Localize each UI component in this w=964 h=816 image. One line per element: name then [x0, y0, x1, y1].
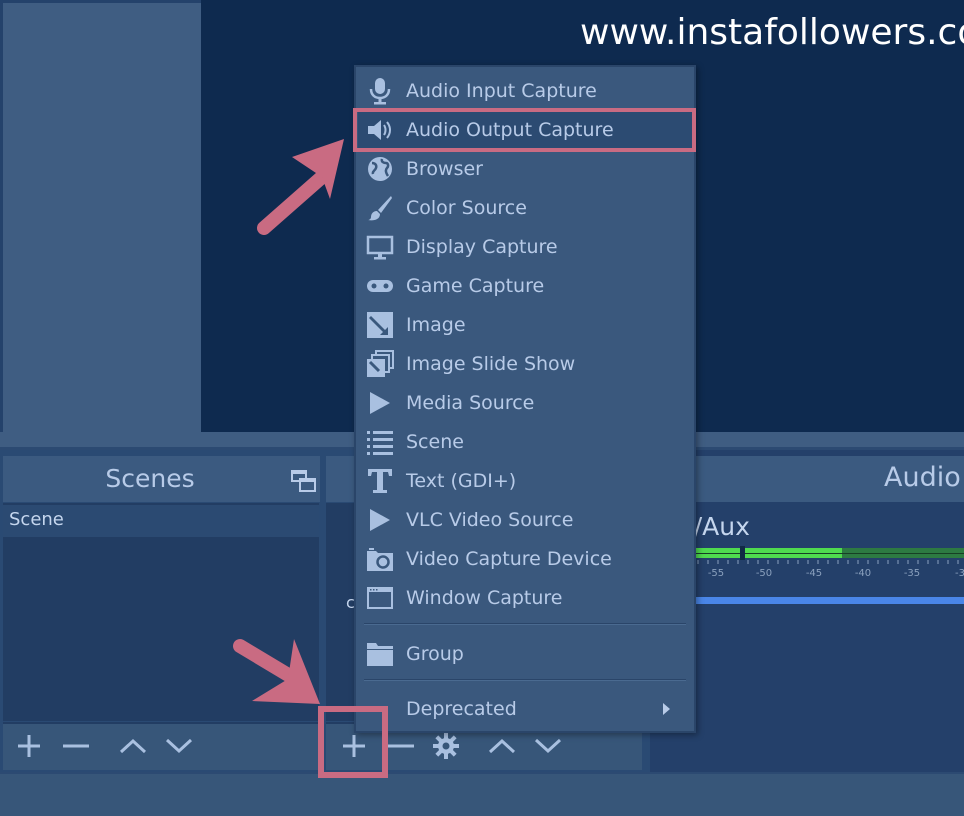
menu-item-label: Browser [406, 158, 483, 180]
menu-separator [364, 679, 686, 681]
gamepad-icon [364, 271, 396, 301]
menu-item-label: VLC Video Source [406, 509, 574, 531]
menu-item-media-source[interactable]: Media Source [358, 385, 694, 421]
add-scene-button[interactable] [11, 728, 47, 764]
remove-scene-button[interactable] [57, 728, 93, 764]
menu-item-group[interactable]: Group [358, 636, 694, 672]
chevron-down-icon [534, 738, 562, 754]
menu-item-image-slide-show[interactable]: Image Slide Show [358, 346, 694, 382]
meter-tick-label: -50 [755, 568, 773, 579]
audio-peak-marker [740, 546, 745, 560]
gear-icon [433, 733, 459, 759]
meter-tick-label: -40 [854, 568, 872, 579]
menu-item-label: Text (GDI+) [406, 470, 517, 492]
microphone-icon [364, 76, 396, 106]
menu-item-display-capture[interactable]: Display Capture [358, 229, 694, 265]
menu-item-label: Game Capture [406, 275, 545, 297]
menu-item-scene[interactable]: Scene [358, 424, 694, 460]
move-source-down-button[interactable] [530, 728, 566, 764]
monitor-icon [364, 232, 396, 262]
menu-item-label: Window Capture [406, 587, 563, 609]
status-bar [0, 772, 964, 816]
meter-tick-label: -35 [903, 568, 921, 579]
text-icon [364, 466, 396, 496]
annotation-arrow-icon [233, 639, 320, 704]
move-scene-up-button[interactable] [115, 728, 151, 764]
move-scene-down-button[interactable] [161, 728, 197, 764]
menu-item-color-source[interactable]: Color Source [358, 190, 694, 226]
play-icon [364, 388, 396, 418]
annotation-arrow-icon [257, 139, 344, 235]
meter-tick-marks [697, 560, 959, 564]
scenes-toolbar [3, 722, 320, 770]
paintbrush-icon [364, 193, 396, 223]
annotation-highlight-box [353, 108, 696, 152]
minus-icon [63, 744, 89, 748]
audio-mixer-title: Audio [884, 462, 961, 493]
meter-tick-label: -45 [805, 568, 823, 579]
menu-item-label: Media Source [406, 392, 535, 414]
chevron-up-icon [488, 738, 516, 754]
menu-item-text-gdi[interactable]: Text (GDI+) [358, 463, 694, 499]
camera-icon [364, 544, 396, 574]
menu-item-label: Image [406, 314, 466, 336]
watermark-text: www.instafollowers.co [580, 12, 964, 53]
list-icon [364, 427, 396, 457]
meter-tick-label: -55 [707, 568, 725, 579]
move-source-up-button[interactable] [484, 728, 520, 764]
menu-item-label: Audio Input Capture [406, 80, 597, 102]
left-panel [0, 0, 201, 432]
menu-item-label: Video Capture Device [406, 548, 612, 570]
menu-item-label: Display Capture [406, 236, 558, 258]
menu-item-vlc-video-source[interactable]: VLC Video Source [358, 502, 694, 538]
folder-icon [364, 639, 396, 669]
menu-item-label: Scene [406, 431, 464, 453]
source-properties-button[interactable] [428, 728, 464, 764]
plus-icon [18, 735, 40, 757]
menu-item-window-capture[interactable]: Window Capture [358, 580, 694, 616]
menu-item-image[interactable]: Image [358, 307, 694, 343]
chevron-down-icon [165, 738, 193, 754]
slideshow-icon [364, 349, 396, 379]
menu-item-browser[interactable]: Browser [358, 151, 694, 187]
menu-item-label: Color Source [406, 197, 527, 219]
menu-item-label: Image Slide Show [406, 353, 576, 375]
menu-item-label: Group [406, 643, 464, 665]
menu-item-audio-input-capture[interactable]: Audio Input Capture [358, 73, 694, 109]
menu-item-deprecated[interactable]: Deprecated [358, 691, 694, 727]
menu-item-video-capture-device[interactable]: Video Capture Device [358, 541, 694, 577]
window-icon [364, 583, 396, 613]
audio-meter-scale: -55 -50 -45 -40 -35 -3 [696, 560, 964, 582]
menu-separator [364, 623, 686, 625]
scene-list-item[interactable]: Scene [3, 505, 319, 537]
image-icon [364, 310, 396, 340]
menu-item-game-capture[interactable]: Game Capture [358, 268, 694, 304]
minus-icon [388, 744, 414, 748]
play-icon [364, 505, 396, 535]
audio-meter-divider [696, 553, 964, 554]
audio-volume-slider[interactable] [696, 597, 964, 604]
meter-tick-label: -3 [955, 568, 964, 579]
chevron-up-icon [119, 738, 147, 754]
submenu-arrow-icon [663, 703, 670, 715]
scenes-title: Scenes [105, 464, 195, 493]
undock-icon[interactable] [291, 470, 317, 494]
globe-icon [364, 154, 396, 184]
annotation-highlight-box [318, 706, 388, 778]
menu-item-label: Deprecated [406, 698, 517, 720]
add-source-menu: Audio Input Capture Audio Output Capture… [354, 65, 696, 733]
